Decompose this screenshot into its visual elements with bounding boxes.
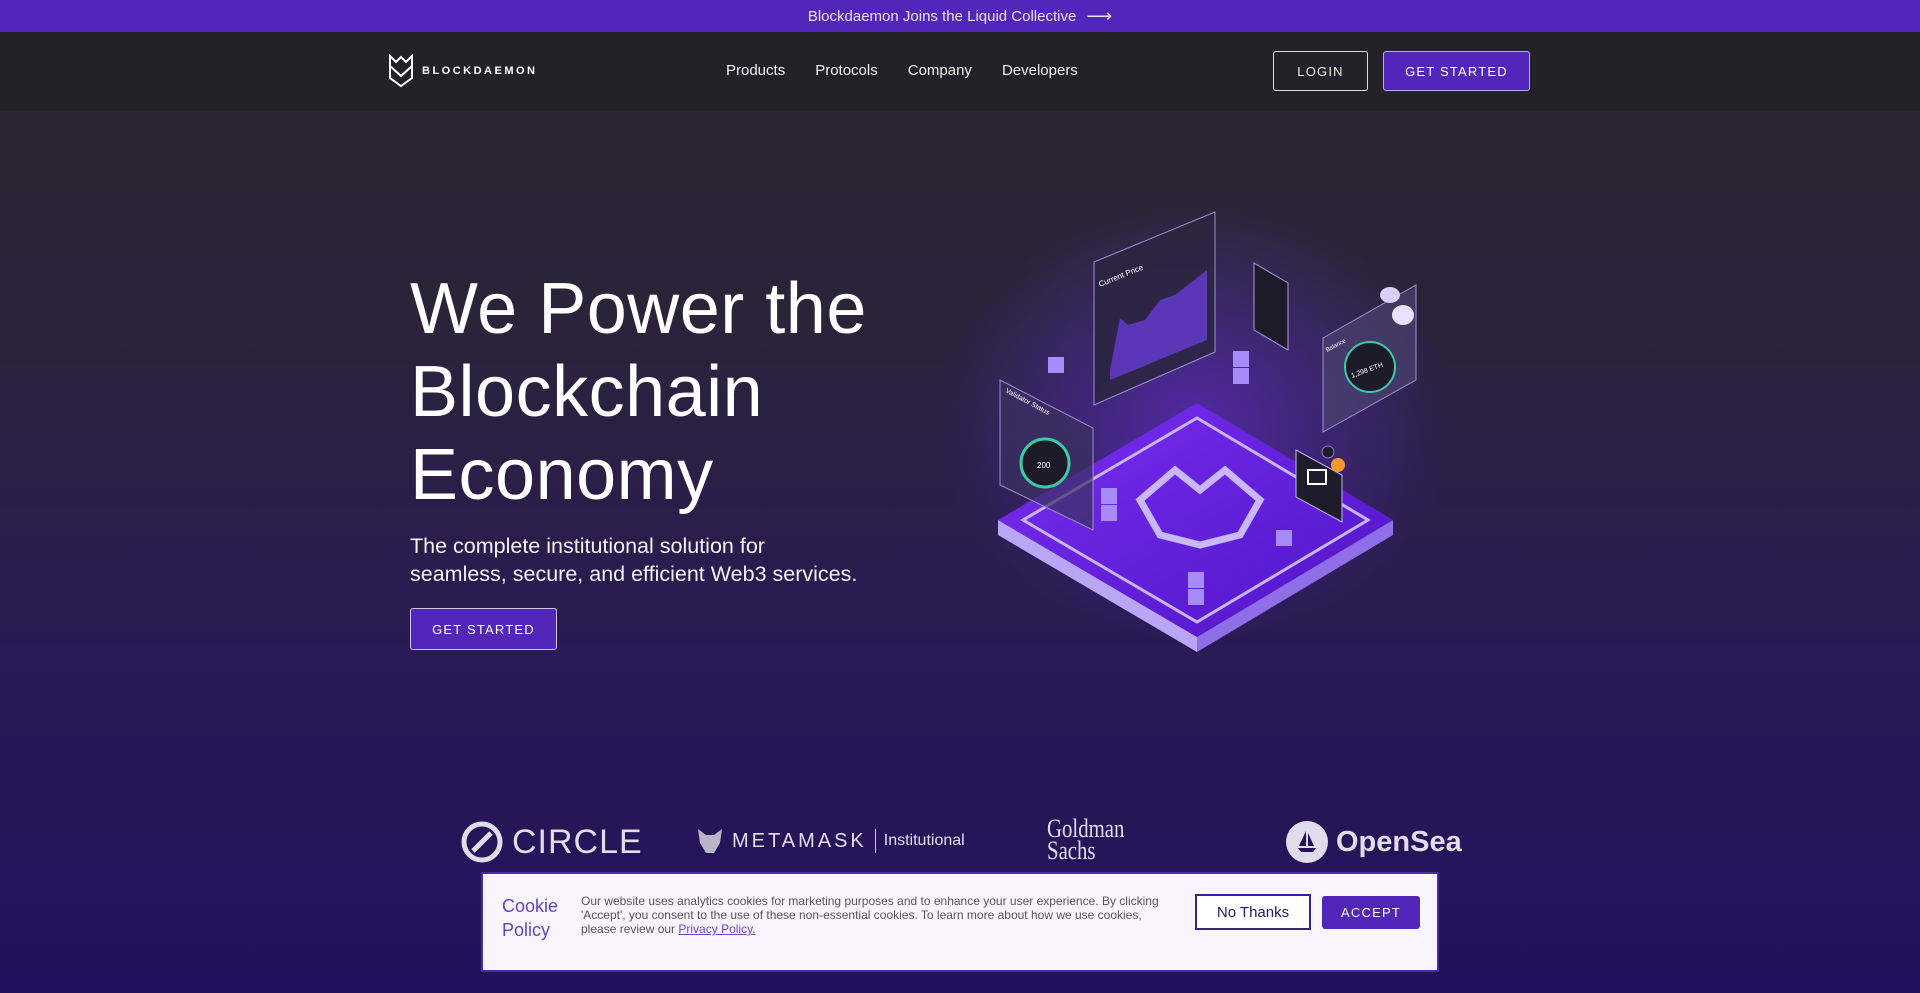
arrow-right-icon: ⟶ — [1086, 5, 1113, 26]
partner-name: CIRCLE — [512, 822, 643, 861]
hero-illustration: Current Price Validator Status 200 Balan… — [940, 200, 1455, 652]
logo[interactable]: BLOCKDAEMON — [388, 54, 538, 88]
hero-title-line: We Power the — [410, 269, 867, 349]
top-nav: BLOCKDAEMON Products Protocols Company D… — [0, 32, 1920, 111]
hero-subtitle-line: The complete institutional solution for — [410, 534, 765, 558]
accept-button[interactable]: ACCEPT — [1322, 896, 1420, 929]
hero-title: We Power the Blockchain Economy — [410, 268, 867, 517]
no-thanks-button[interactable]: No Thanks — [1195, 894, 1311, 930]
partner-name: OpenSea — [1336, 825, 1462, 858]
cookie-title: Cookie Policy — [502, 896, 559, 940]
nav-protocols[interactable]: Protocols — [815, 62, 878, 79]
nav-developers[interactable]: Developers — [1002, 62, 1078, 79]
hero-get-started-button[interactable]: GET STARTED — [410, 608, 557, 650]
cookie-text: Our website uses analytics cookies for m… — [581, 894, 1171, 936]
get-started-button[interactable]: GET STARTED — [1383, 51, 1530, 91]
hero-title-line: Economy — [410, 435, 714, 515]
partner-logos: CIRCLE METAMASK Institutional Goldman Sa… — [0, 815, 1920, 870]
cookie-banner: Cookie Policy Our website uses analytics… — [481, 872, 1439, 972]
partner-opensea: OpenSea — [1286, 821, 1462, 863]
circle-logo-icon — [461, 821, 503, 863]
metamask-fox-icon — [698, 829, 722, 853]
main-menu: Products Protocols Company Developers — [726, 62, 1078, 79]
banner-text: Blockdaemon Joins the Liquid Collective — [807, 7, 1077, 25]
partner-suffix: Institutional — [883, 832, 965, 849]
partner-name: METAMASK — [732, 829, 867, 852]
partner-circle: CIRCLE — [460, 820, 643, 864]
partner-goldman-sachs: Goldman Sachs — [1047, 816, 1124, 865]
privacy-policy-link[interactable]: Privacy Policy. — [678, 922, 755, 936]
nav-products[interactable]: Products — [726, 62, 785, 79]
cookie-text-body: Our website uses analytics cookies for m… — [581, 894, 1159, 936]
validator-value: 200 — [1037, 461, 1051, 470]
hero-subtitle: The complete institutional solution for … — [410, 532, 857, 588]
nav-company[interactable]: Company — [908, 62, 972, 79]
divider — [874, 829, 876, 853]
login-button[interactable]: LOGIN — [1273, 51, 1368, 91]
blockdaemon-logo-icon — [389, 54, 413, 88]
hero-title-line: Blockchain — [410, 352, 764, 432]
opensea-logo-icon — [1286, 821, 1328, 863]
hero-subtitle-line: seamless, secure, and efficient Web3 ser… — [410, 562, 858, 586]
announcement-banner[interactable]: Blockdaemon Joins the Liquid Collective … — [0, 0, 1920, 32]
partner-metamask: METAMASK Institutional — [696, 827, 965, 855]
partner-name: Sachs — [1047, 836, 1096, 865]
logo-text: BLOCKDAEMON — [422, 65, 538, 77]
